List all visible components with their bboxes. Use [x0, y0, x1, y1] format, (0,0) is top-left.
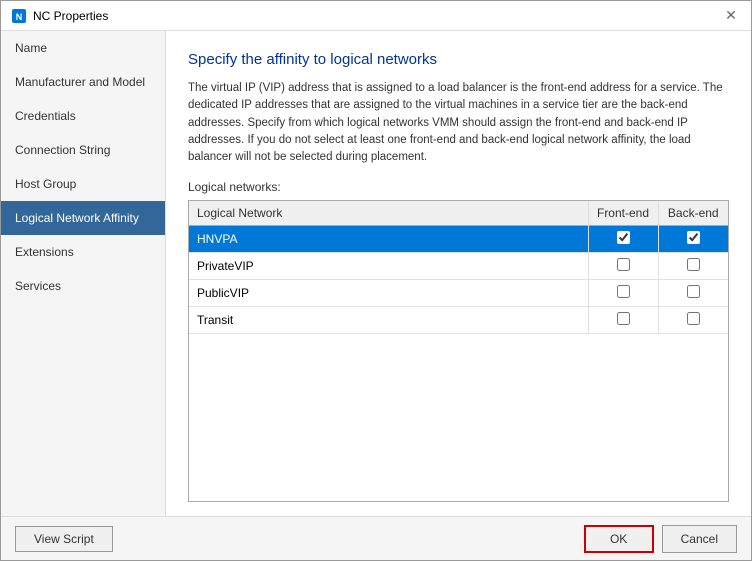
sidebar-item-manufacturer-model[interactable]: Manufacturer and Model — [1, 65, 165, 99]
backend-checkbox[interactable] — [687, 285, 700, 298]
network-name-cell: PrivateVIP — [189, 253, 588, 280]
view-script-button[interactable]: View Script — [15, 526, 113, 552]
table-row[interactable]: HNVPA — [189, 226, 728, 253]
backend-checkbox[interactable] — [687, 231, 700, 244]
dialog-title: NC Properties — [33, 9, 108, 23]
frontend-checkbox-cell[interactable] — [588, 253, 658, 280]
content-description: The virtual IP (VIP) address that is ass… — [188, 80, 729, 166]
footer-right: OK Cancel — [584, 525, 737, 553]
sidebar: Name Manufacturer and Model Credentials … — [1, 31, 166, 516]
sidebar-item-extensions[interactable]: Extensions — [1, 235, 165, 269]
sidebar-item-logical-network-affinity[interactable]: Logical Network Affinity — [1, 201, 165, 235]
close-button[interactable]: ✕ — [721, 6, 741, 26]
backend-checkbox-cell[interactable] — [658, 253, 728, 280]
backend-checkbox-cell[interactable] — [658, 280, 728, 307]
table-row[interactable]: PublicVIP — [189, 280, 728, 307]
col-header-network: Logical Network — [189, 201, 588, 226]
frontend-checkbox-cell[interactable] — [588, 307, 658, 334]
network-name-cell: Transit — [189, 307, 588, 334]
logical-networks-label: Logical networks: — [188, 180, 729, 194]
network-name-cell: HNVPA — [189, 226, 588, 253]
frontend-checkbox[interactable] — [617, 312, 630, 325]
dialog-footer: View Script OK Cancel — [1, 516, 751, 560]
dialog-body: Name Manufacturer and Model Credentials … — [1, 31, 751, 516]
col-header-frontend: Front-end — [588, 201, 658, 226]
cancel-button[interactable]: Cancel — [662, 525, 737, 553]
sidebar-item-services[interactable]: Services — [1, 269, 165, 303]
backend-checkbox-cell[interactable] — [658, 226, 728, 253]
network-name-cell: PublicVIP — [189, 280, 588, 307]
footer-left: View Script — [15, 526, 113, 552]
title-bar-left: N NC Properties — [11, 8, 108, 24]
ok-button[interactable]: OK — [584, 525, 654, 553]
sidebar-item-credentials[interactable]: Credentials — [1, 99, 165, 133]
frontend-checkbox[interactable] — [617, 231, 630, 244]
frontend-checkbox[interactable] — [617, 285, 630, 298]
sidebar-item-host-group[interactable]: Host Group — [1, 167, 165, 201]
content-title: Specify the affinity to logical networks — [188, 51, 729, 68]
logical-networks-table: Logical Network Front-end Back-end HNVPA… — [189, 201, 728, 334]
content-area: Specify the affinity to logical networks… — [166, 31, 751, 516]
backend-checkbox[interactable] — [687, 312, 700, 325]
sidebar-item-connection-string[interactable]: Connection String — [1, 133, 165, 167]
backend-checkbox[interactable] — [687, 258, 700, 271]
backend-checkbox-cell[interactable] — [658, 307, 728, 334]
title-bar: N NC Properties ✕ — [1, 1, 751, 31]
nc-properties-dialog: N NC Properties ✕ Name Manufacturer and … — [0, 0, 752, 561]
table-row[interactable]: Transit — [189, 307, 728, 334]
table-row[interactable]: PrivateVIP — [189, 253, 728, 280]
sidebar-item-name[interactable]: Name — [1, 31, 165, 65]
col-header-backend: Back-end — [658, 201, 728, 226]
frontend-checkbox-cell[interactable] — [588, 226, 658, 253]
frontend-checkbox[interactable] — [617, 258, 630, 271]
logical-networks-table-container: Logical Network Front-end Back-end HNVPA… — [188, 200, 729, 502]
frontend-checkbox-cell[interactable] — [588, 280, 658, 307]
app-icon: N — [11, 8, 27, 24]
svg-text:N: N — [16, 12, 23, 22]
